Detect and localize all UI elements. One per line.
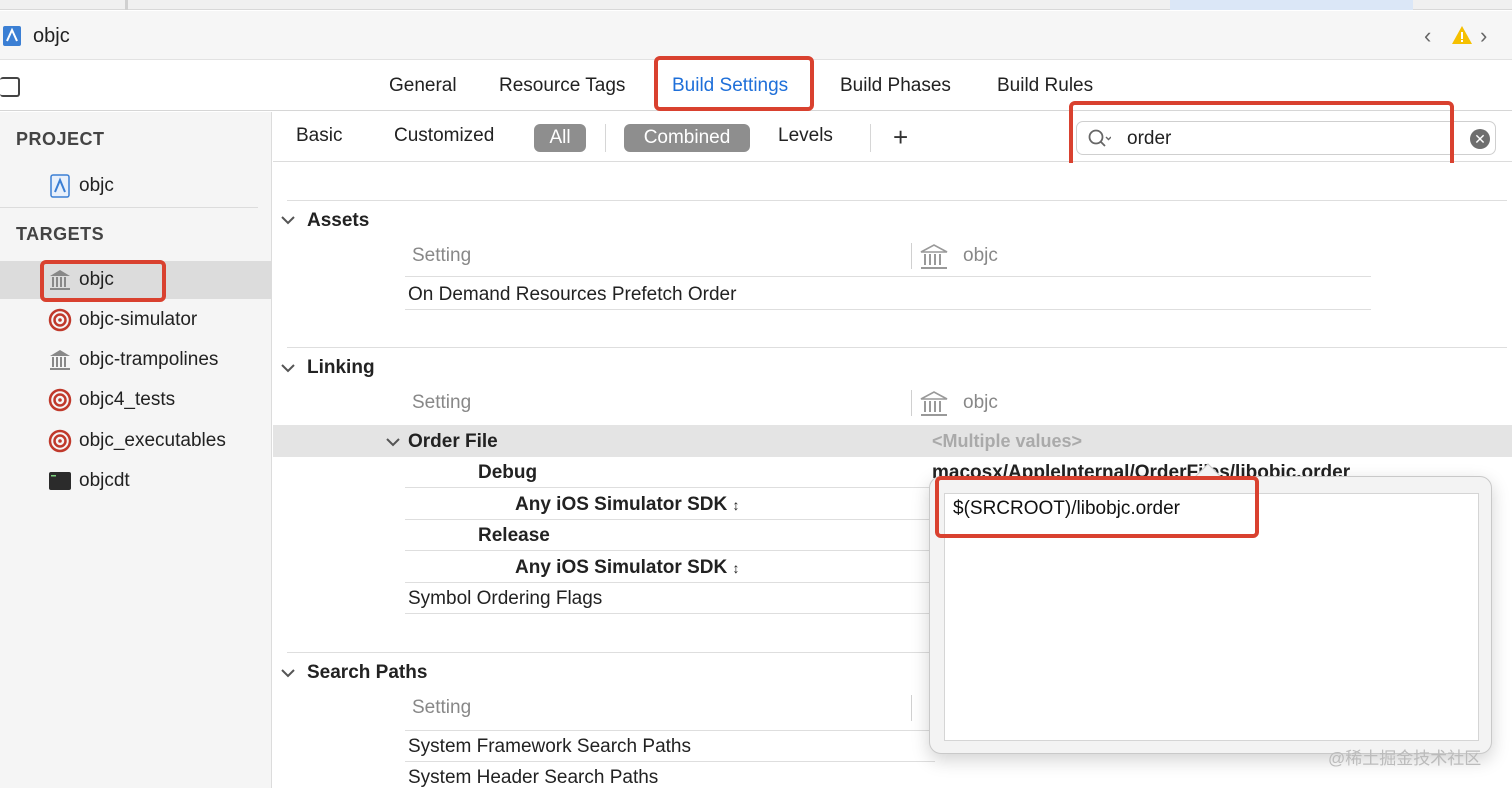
row-divider — [405, 487, 935, 488]
sidebar-item-label: objcdt — [79, 470, 130, 491]
filter-customized[interactable]: Customized — [394, 125, 494, 147]
section-divider — [287, 347, 1507, 348]
row-divider — [405, 582, 935, 583]
filter-all[interactable]: All — [534, 124, 586, 152]
setting-row-any-sdk[interactable]: Any iOS Simulator SDK ↕ — [515, 557, 739, 579]
column-header-target-label: objc — [963, 245, 998, 266]
sidebar-item-label: objc-trampolines — [79, 349, 219, 370]
top-strip-divider — [125, 0, 128, 10]
title-bar: objc ‹ › — [0, 11, 1512, 60]
tab-build-phases[interactable]: Build Phases — [840, 75, 951, 97]
sidebar-item-target-objc-simulator[interactable]: objc-simulator — [0, 301, 272, 339]
back-chevron-icon[interactable]: ‹ — [1424, 23, 1431, 49]
column-divider — [911, 243, 912, 269]
section-divider — [287, 652, 937, 653]
highlight-search — [1069, 101, 1454, 169]
sidebar-item-label: objc-simulator — [79, 309, 198, 330]
setting-row-label[interactable]: System Header Search Paths — [408, 767, 658, 788]
highlight-build-settings — [654, 56, 814, 111]
highlight-srcroot-value — [935, 476, 1259, 538]
tab-general[interactable]: General — [389, 75, 457, 97]
highlight-target-objc — [40, 260, 166, 302]
chevron-down-icon[interactable] — [281, 668, 295, 678]
row-divider — [405, 276, 1371, 277]
column-header-setting: Setting — [412, 392, 472, 413]
chevron-down-icon[interactable] — [386, 437, 400, 447]
setting-row-any-sdk[interactable]: Any iOS Simulator SDK ↕ — [515, 494, 739, 516]
section-title-search-paths[interactable]: Search Paths — [307, 662, 427, 684]
target-icon — [48, 429, 72, 453]
row-divider — [405, 550, 935, 551]
setting-row-label[interactable]: On Demand Resources Prefetch Order — [408, 284, 736, 306]
sidebar-item-label: objc — [79, 175, 114, 196]
watermark: @稀土掘金技术社区 — [1328, 749, 1482, 768]
column-header-setting: Setting — [412, 697, 472, 718]
row-divider — [405, 761, 935, 762]
library-icon — [920, 244, 948, 269]
row-divider — [405, 519, 935, 520]
target-icon — [48, 308, 72, 332]
sdk-label: Any iOS Simulator SDK — [515, 557, 728, 578]
tab-build-rules[interactable]: Build Rules — [997, 75, 1093, 97]
column-divider — [911, 390, 912, 416]
filter-levels[interactable]: Levels — [778, 125, 833, 147]
sdk-label: Any iOS Simulator SDK — [515, 494, 728, 515]
row-divider — [405, 613, 935, 614]
project-navigator: PROJECT objc TARGETS objc objc-simulator — [0, 112, 272, 788]
setting-row-label[interactable]: Order File — [408, 431, 498, 453]
column-header-setting: Setting — [412, 245, 472, 266]
stepper-icon[interactable]: ↕ — [732, 497, 739, 513]
filter-divider — [870, 124, 871, 152]
section-title-assets[interactable]: Assets — [307, 210, 369, 232]
row-divider — [405, 309, 1371, 310]
sidebar-item-target-objcdt[interactable]: objcdt — [0, 462, 272, 500]
setting-row-debug[interactable]: Debug — [478, 462, 537, 484]
library-icon — [920, 391, 948, 416]
stepper-icon[interactable]: ↕ — [732, 560, 739, 576]
filter-basic[interactable]: Basic — [296, 125, 342, 147]
column-divider — [911, 695, 912, 721]
sidebar-item-target-objc-trampolines[interactable]: objc-trampolines — [0, 341, 272, 379]
setting-row-release[interactable]: Release — [478, 525, 550, 547]
top-strip — [0, 0, 1512, 10]
section-title-linking[interactable]: Linking — [307, 357, 375, 379]
filter-divider — [605, 124, 606, 152]
top-strip-selection — [1170, 0, 1413, 10]
sidebar-item-label: objc_executables — [79, 430, 226, 451]
window-title: objc — [33, 25, 70, 47]
section-divider — [287, 200, 1507, 201]
chevron-down-icon[interactable] — [281, 363, 295, 373]
tab-resource-tags[interactable]: Resource Tags — [499, 75, 625, 97]
multiple-values-label[interactable]: <Multiple values> — [932, 431, 1082, 452]
sidebar-item-project-objc[interactable]: objc — [0, 167, 272, 205]
sidebar-toggle-icon[interactable] — [0, 77, 20, 97]
sidebar-item-target-objc-executables[interactable]: objc_executables — [0, 422, 272, 460]
sidebar-item-target-objc4-tests[interactable]: objc4_tests — [0, 381, 272, 419]
clear-search-icon[interactable]: ✕ — [1470, 129, 1490, 149]
library-icon — [50, 350, 70, 370]
terminal-icon — [49, 472, 71, 490]
project-file-icon — [50, 174, 70, 198]
column-header-target-label: objc — [963, 392, 998, 413]
chevron-down-icon[interactable] — [281, 215, 295, 225]
project-header: PROJECT — [16, 129, 105, 149]
project-file-icon — [3, 26, 21, 46]
row-divider — [405, 730, 935, 731]
setting-row-label[interactable]: System Framework Search Paths — [408, 736, 691, 758]
targets-header: TARGETS — [16, 224, 105, 244]
forward-chevron-icon[interactable]: › — [1480, 23, 1487, 49]
filter-combined[interactable]: Combined — [624, 124, 750, 152]
target-icon — [48, 388, 72, 412]
sidebar-divider — [0, 207, 258, 208]
warning-icon[interactable] — [1451, 24, 1473, 46]
setting-row-label[interactable]: Symbol Ordering Flags — [408, 588, 602, 610]
add-setting-button[interactable]: + — [893, 122, 908, 153]
sidebar-item-label: objc4_tests — [79, 389, 176, 410]
